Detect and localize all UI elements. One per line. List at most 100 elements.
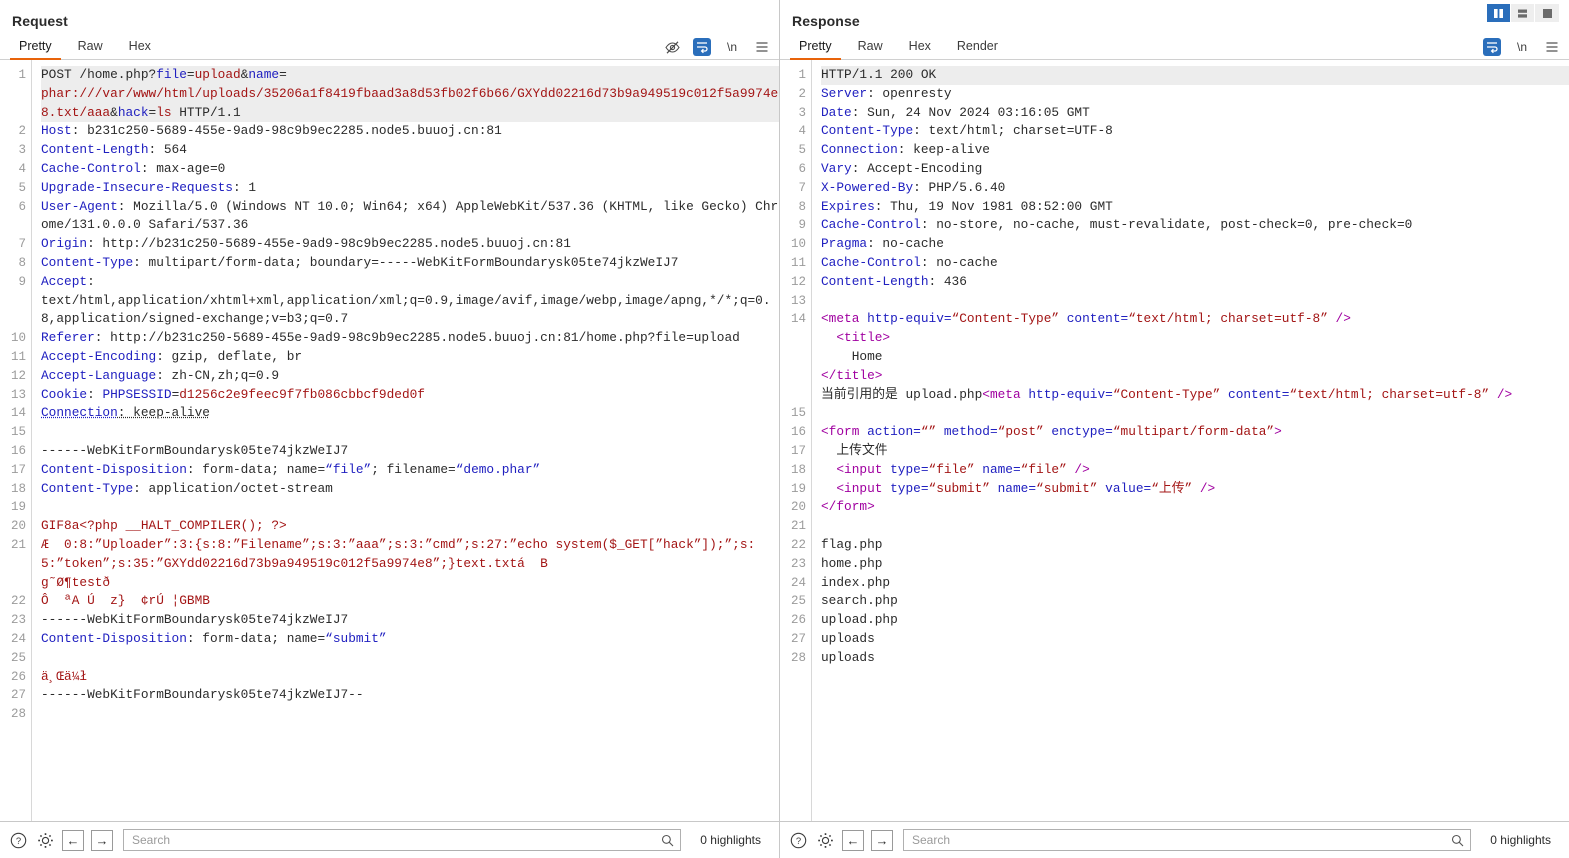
layout-single-pane-button[interactable] (1535, 4, 1559, 22)
code-line: upload.php (821, 611, 1569, 630)
code-line: <input type=“file” name=“file” /> (821, 461, 1569, 480)
magnifier-icon[interactable] (1451, 834, 1464, 847)
line-number: 22 (0, 592, 31, 611)
request-editor[interactable]: 1234567891011121314151617181920212223242… (0, 60, 779, 821)
word-wrap-icon[interactable] (693, 38, 711, 56)
code-line: <form action=“” method=“post” enctype=“m… (821, 423, 1569, 442)
code-line: Date: Sun, 24 Nov 2024 03:16:05 GMT (821, 104, 1569, 123)
line-number: 8 (780, 198, 811, 217)
help-icon[interactable]: ? (8, 830, 28, 850)
menu-icon[interactable] (753, 38, 771, 56)
request-code[interactable]: POST /home.php?file=upload&name= phar://… (32, 60, 779, 821)
line-number: 28 (780, 649, 811, 668)
code-line: HTTP/1.1 200 OK (821, 66, 1569, 85)
code-line: Cache-Control: no-store, no-cache, must-… (821, 216, 1569, 235)
response-tab-raw[interactable]: Raw (845, 39, 896, 59)
line-number: 9 (0, 273, 31, 329)
code-line (41, 705, 779, 724)
magnifier-icon[interactable] (661, 834, 674, 847)
line-number: 20 (0, 517, 31, 536)
search-forward-button[interactable]: → (871, 830, 893, 851)
code-line: Accept-Language: zh-CN,zh;q=0.9 (41, 367, 779, 386)
code-line: 上传文件 (821, 442, 1569, 461)
search-back-button[interactable]: ← (842, 830, 864, 851)
request-tab-pretty[interactable]: Pretty (6, 39, 65, 59)
help-icon[interactable]: ? (788, 830, 808, 850)
code-line: Cache-Control: no-cache (821, 254, 1569, 273)
code-line: Content-Type: application/octet-stream (41, 480, 779, 499)
response-statusbar: ? ← → 0 highlights (780, 821, 1569, 858)
line-number: 1 (0, 66, 31, 122)
line-number: 6 (0, 198, 31, 236)
code-line: </form> (821, 498, 1569, 517)
line-number: 18 (780, 461, 811, 480)
gear-icon[interactable] (35, 830, 55, 850)
code-line: Origin: http://b231c250-5689-455e-9ad9-9… (41, 235, 779, 254)
code-line: Connection: keep-alive (821, 141, 1569, 160)
menu-icon[interactable] (1543, 38, 1561, 56)
code-line: User-Agent: Mozilla/5.0 (Windows NT 10.0… (41, 198, 779, 236)
response-tab-hex[interactable]: Hex (896, 39, 944, 59)
line-number: 19 (0, 498, 31, 517)
request-search-input[interactable] (130, 832, 661, 848)
code-line: Cache-Control: max-age=0 (41, 160, 779, 179)
code-line: X-Powered-By: PHP/5.6.40 (821, 179, 1569, 198)
line-number: 28 (0, 705, 31, 724)
code-line: ------WebKitFormBoundarysk05te74jkzWeIJ7… (41, 686, 779, 705)
line-number: 10 (0, 329, 31, 348)
line-number: 3 (0, 141, 31, 160)
gear-icon[interactable] (815, 830, 835, 850)
line-number: 14 (780, 310, 811, 404)
code-line: ------WebKitFormBoundarysk05te74jkzWeIJ7 (41, 611, 779, 630)
response-panel: Response Pretty Raw Hex Render \n 123456… (780, 0, 1569, 858)
code-line: Content-Disposition: form-data; name=“su… (41, 630, 779, 649)
code-line (41, 423, 779, 442)
request-search-wrap[interactable] (123, 829, 681, 851)
newline-icon[interactable]: \n (723, 38, 741, 56)
line-number: 25 (0, 649, 31, 668)
code-line: Ô ªA Ú z} ¢rÚ ¦GBMB (41, 592, 779, 611)
request-tab-raw[interactable]: Raw (65, 39, 116, 59)
layout-vertical-split-button[interactable] (1487, 4, 1511, 22)
response-tab-pretty[interactable]: Pretty (786, 39, 845, 59)
line-number: 23 (780, 555, 811, 574)
line-number: 16 (780, 423, 811, 442)
line-number: 12 (780, 273, 811, 292)
response-editor[interactable]: 1234567891011121314151617181920212223242… (780, 60, 1569, 821)
request-tab-hex[interactable]: Hex (116, 39, 164, 59)
code-line: Content-Length: 436 (821, 273, 1569, 292)
line-number: 12 (0, 367, 31, 386)
code-line: ä¸Œä¼ł (41, 668, 779, 687)
code-line: Accept: text/html,application/xhtml+xml,… (41, 273, 779, 329)
line-number: 24 (780, 574, 811, 593)
line-number: 16 (0, 442, 31, 461)
search-back-button[interactable]: ← (62, 830, 84, 851)
code-line: flag.php (821, 536, 1569, 555)
response-code[interactable]: HTTP/1.1 200 OK Server: openresty Date: … (812, 60, 1569, 821)
code-line (821, 292, 1569, 311)
line-number: 10 (780, 235, 811, 254)
response-search-wrap[interactable] (903, 829, 1471, 851)
line-number: 20 (780, 498, 811, 517)
response-tab-render[interactable]: Render (944, 39, 1011, 59)
code-line: Content-Disposition: form-data; name=“fi… (41, 461, 779, 480)
line-number: 13 (0, 386, 31, 405)
code-line: Content-Length: 564 (41, 141, 779, 160)
response-search-input[interactable] (910, 832, 1451, 848)
burp-message-editor: Request Pretty Raw Hex \n 12345678910111… (0, 0, 1569, 858)
word-wrap-icon[interactable] (1483, 38, 1501, 56)
code-line: Content-Type: multipart/form-data; bound… (41, 254, 779, 273)
request-line-numbers: 1234567891011121314151617181920212223242… (0, 60, 32, 821)
eye-slash-icon[interactable] (663, 38, 681, 56)
layout-horizontal-split-button[interactable] (1511, 4, 1535, 22)
newline-icon[interactable]: \n (1513, 38, 1531, 56)
line-number: 18 (0, 480, 31, 499)
line-number: 2 (780, 85, 811, 104)
code-line: Server: openresty (821, 85, 1569, 104)
line-number: 5 (780, 141, 811, 160)
search-forward-button[interactable]: → (91, 830, 113, 851)
line-number: 5 (0, 179, 31, 198)
line-number: 14 (0, 404, 31, 423)
line-number: 26 (780, 611, 811, 630)
line-number: 26 (0, 668, 31, 687)
